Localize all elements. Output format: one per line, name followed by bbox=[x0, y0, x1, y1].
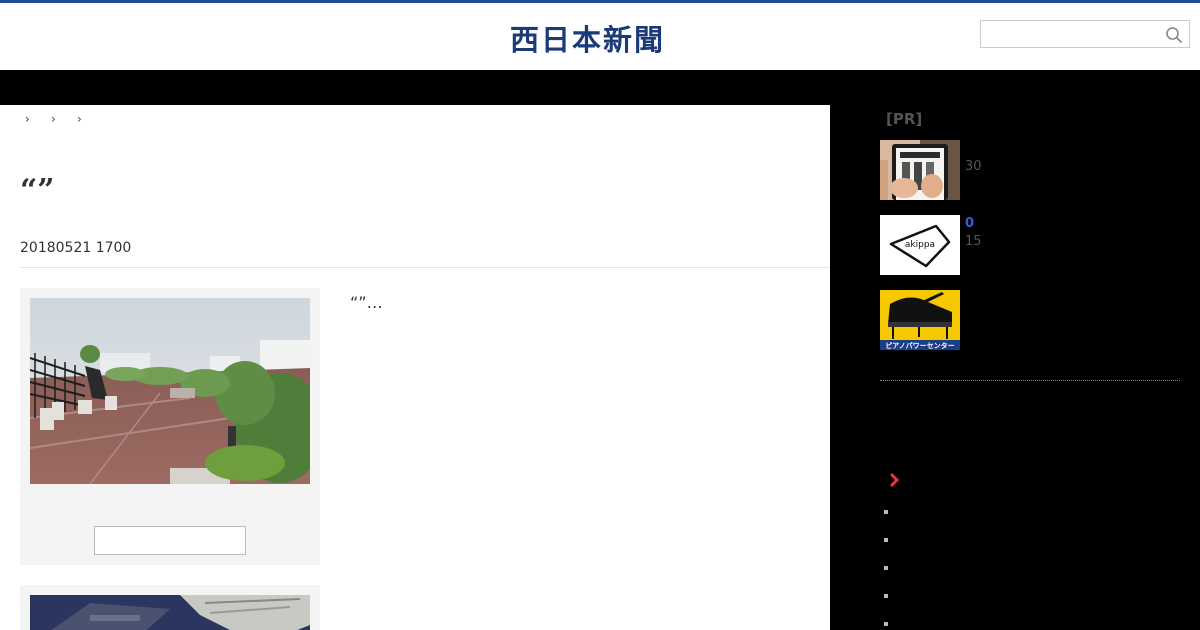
piano-ad-banner: ピアノパワーセンター bbox=[885, 341, 954, 350]
list-item[interactable] bbox=[884, 538, 888, 542]
book-ad-image[interactable] bbox=[880, 140, 960, 200]
ad-meta: 30 bbox=[965, 159, 982, 174]
list-item[interactable] bbox=[884, 594, 888, 598]
article-lead: “”… bbox=[350, 293, 383, 312]
search-input[interactable] bbox=[981, 21, 1156, 47]
chevron-right-icon[interactable] bbox=[888, 472, 900, 488]
site-logo[interactable]: 西日本新聞 bbox=[510, 17, 665, 59]
breadcrumb: › › › bbox=[25, 112, 89, 126]
building-aerial-photo[interactable] bbox=[30, 595, 310, 630]
search-icon[interactable] bbox=[1165, 26, 1183, 44]
akippa-logo[interactable]: akippa bbox=[880, 215, 960, 275]
piano-ad-image[interactable]: ピアノパワーセンター bbox=[880, 290, 960, 350]
ad-meta: 15 bbox=[965, 234, 982, 249]
chevron-right-icon[interactable]: › bbox=[77, 112, 89, 126]
rooftop-garden-photo[interactable] bbox=[30, 298, 310, 484]
header-divider bbox=[20, 267, 830, 268]
image-caption[interactable] bbox=[94, 526, 246, 555]
chevron-right-icon[interactable]: › bbox=[25, 112, 37, 126]
akippa-logo-text: akippa bbox=[905, 240, 935, 250]
search-box[interactable] bbox=[980, 20, 1190, 48]
list-item[interactable] bbox=[884, 566, 888, 570]
chevron-right-icon[interactable]: › bbox=[51, 112, 63, 126]
article-main: › › › “” 20180521 1700 “”… bbox=[0, 105, 830, 630]
article-date: 20180521 1700 bbox=[20, 240, 132, 256]
article-figure bbox=[20, 585, 320, 630]
list-item[interactable] bbox=[884, 510, 888, 514]
ad-count: 0 bbox=[965, 216, 975, 231]
sidebar: [PR] 30 akippa 0 15 ピアノパワーセンター bbox=[830, 70, 1200, 630]
sidebar-divider bbox=[880, 380, 1180, 381]
article-figure bbox=[20, 288, 320, 565]
site-header: 西日本新聞 bbox=[0, 3, 1200, 70]
pr-label: [PR] bbox=[886, 110, 923, 128]
list-item[interactable] bbox=[884, 622, 888, 626]
article-headline: “” bbox=[20, 173, 55, 208]
